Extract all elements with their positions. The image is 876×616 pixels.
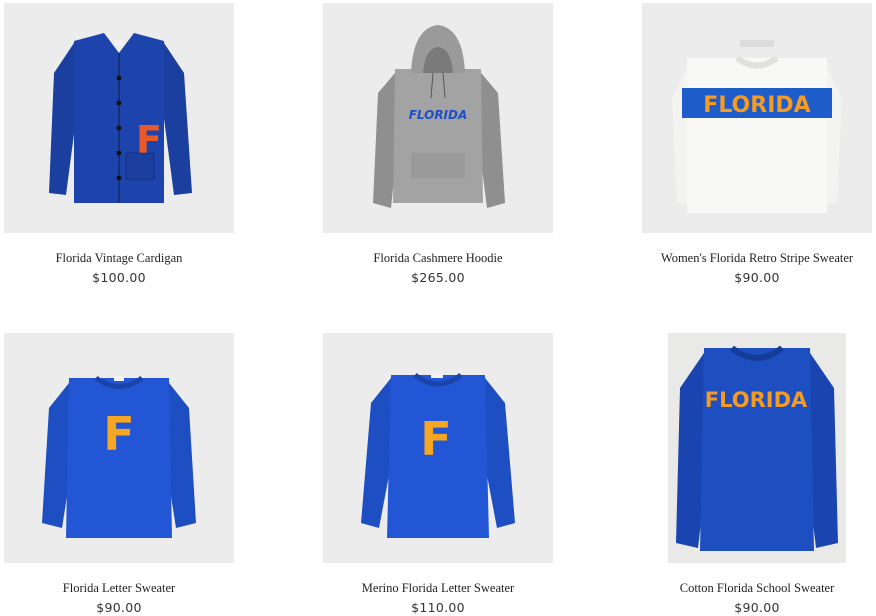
product-name[interactable]: Women's Florida Retro Stripe Sweater	[612, 251, 876, 266]
product-name[interactable]: Florida Vintage Cardigan	[0, 251, 264, 266]
product-price: $90.00	[734, 600, 780, 615]
cardigan-image: F	[4, 3, 234, 233]
product-image[interactable]: F	[4, 3, 234, 233]
chest-lettering: FLORIDA	[409, 108, 468, 122]
product-price: $90.00	[734, 270, 780, 285]
letter-patch: F	[420, 412, 451, 466]
product-grid: F Florida Vintage Cardigan $100.00 FLORI…	[0, 0, 876, 616]
product-name[interactable]: Cotton Florida School Sweater	[612, 581, 876, 596]
product-name[interactable]: Merino Florida Letter Sweater	[293, 581, 583, 596]
product-image[interactable]: F	[4, 333, 234, 563]
hoodie-image: FLORIDA	[323, 3, 553, 233]
product-image[interactable]: FLORIDA	[642, 333, 872, 563]
product-image[interactable]: F	[323, 333, 553, 563]
merino-sweater-image: F	[323, 333, 553, 563]
stripe-lettering: FLORIDA	[703, 93, 810, 118]
product-name[interactable]: Florida Letter Sweater	[0, 581, 264, 596]
letter-patch: F	[103, 407, 134, 461]
product-price: $265.00	[411, 270, 465, 285]
product-price: $90.00	[96, 600, 142, 615]
letter-patch: F	[136, 118, 162, 162]
product-name[interactable]: Florida Cashmere Hoodie	[293, 251, 583, 266]
chest-lettering: FLORIDA	[705, 388, 808, 412]
product-image[interactable]: FLORIDA	[642, 3, 872, 233]
product-price: $100.00	[92, 270, 146, 285]
school-sweater-image: FLORIDA	[642, 333, 872, 563]
stripe-sweater-image: FLORIDA	[642, 3, 872, 233]
letter-sweater-image: F	[4, 333, 234, 563]
product-image[interactable]: FLORIDA	[323, 3, 553, 233]
product-price: $110.00	[411, 600, 465, 615]
